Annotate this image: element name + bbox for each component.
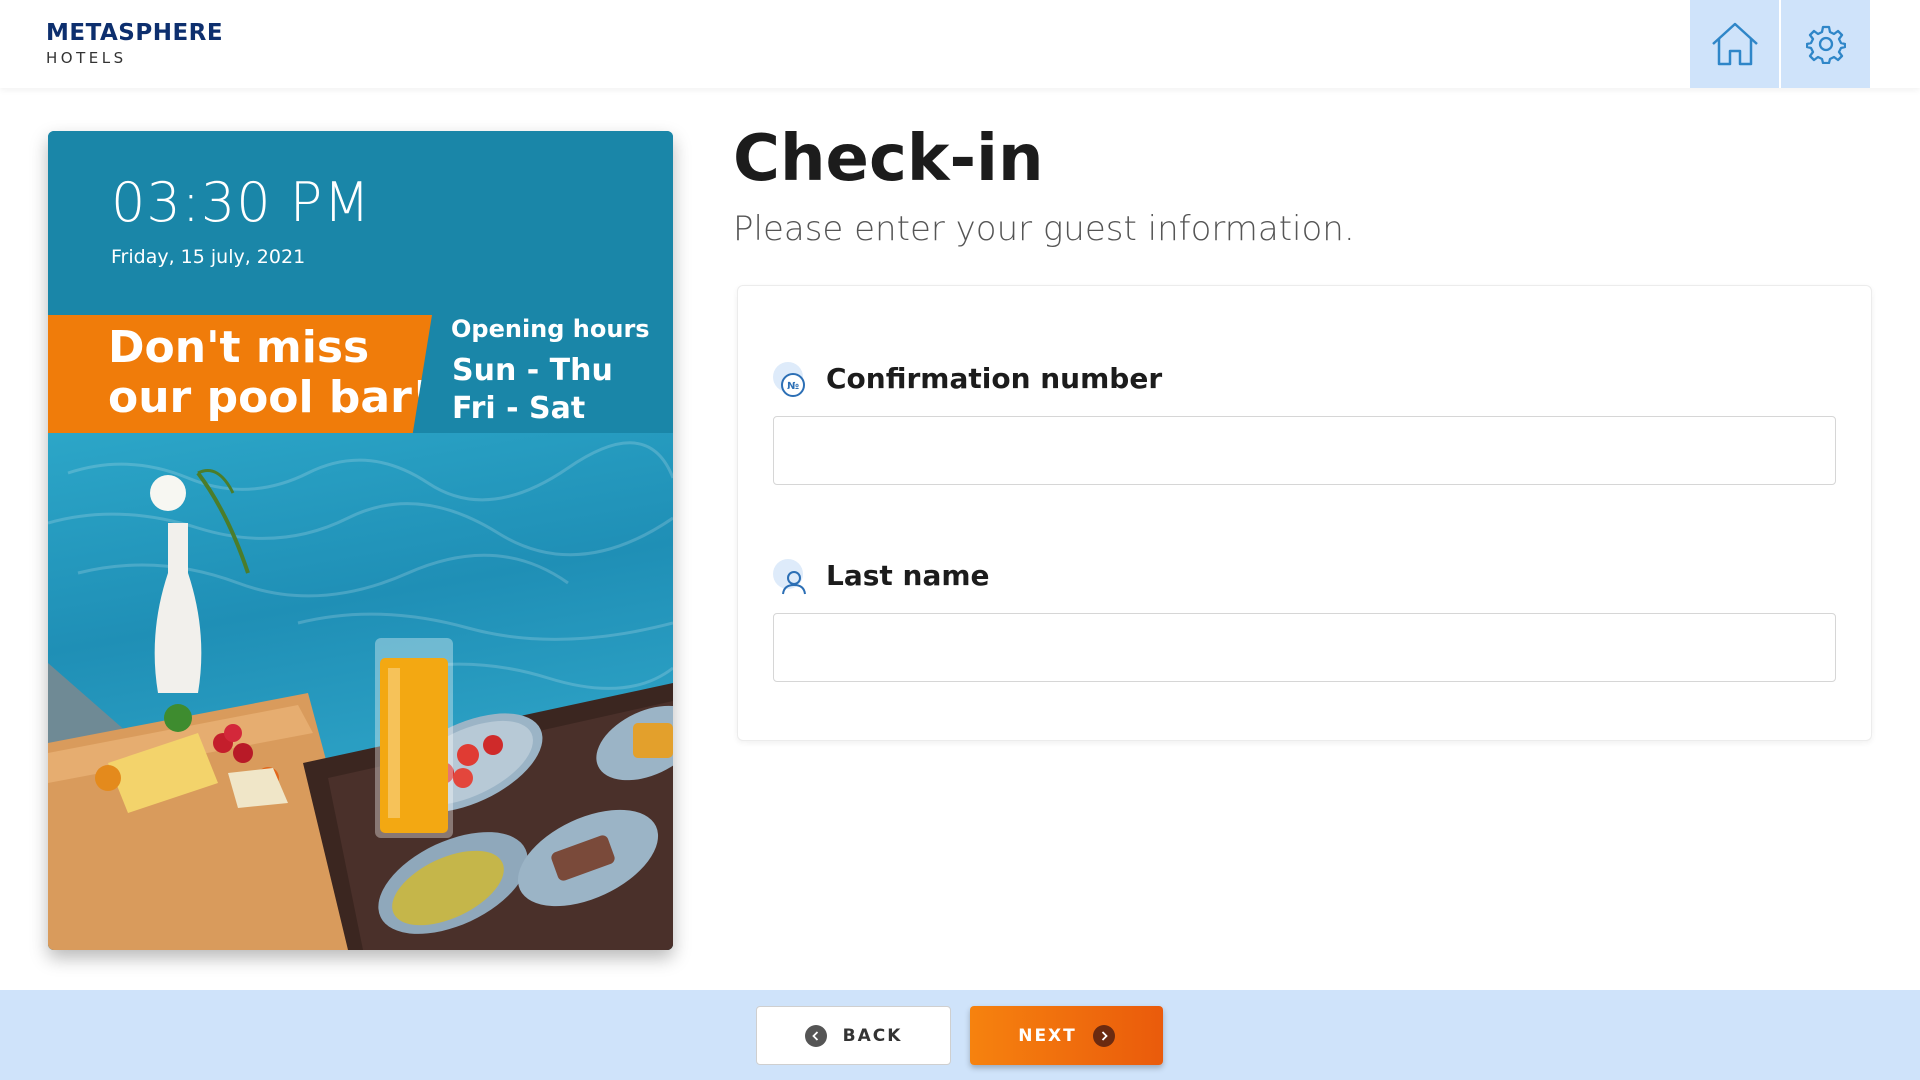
promo-card: 03:30 PM Friday, 15 july, 2021 Don't mis… <box>48 131 673 950</box>
opening-hours-title: Opening hours <box>451 315 650 343</box>
opening-hours-row: Fri - Sat <box>452 391 586 426</box>
confirmation-number-label: Confirmation number <box>826 362 1163 395</box>
page-subtitle: Please enter your guest information. <box>733 209 1355 249</box>
clock-date: Friday, 15 july, 2021 <box>111 246 306 268</box>
person-icon <box>772 558 806 596</box>
promo-banner-line-2: our pool bar! <box>108 372 432 423</box>
promo-banner-line-1: Don't miss <box>108 322 370 373</box>
last-name-input[interactable] <box>773 613 1836 682</box>
settings-button[interactable] <box>1781 0 1870 88</box>
last-name-label: Last name <box>826 559 990 592</box>
brand-logo: METASPHERE HOTELS <box>46 20 223 67</box>
brand-name: METASPHERE <box>46 20 224 46</box>
top-bar: METASPHERE HOTELS <box>0 0 1920 88</box>
home-icon <box>1711 22 1758 66</box>
pool-food-illustration <box>48 441 673 950</box>
clock-time: 03:30 PM <box>111 171 371 234</box>
brand-subtitle: HOTELS <box>46 49 127 67</box>
gear-icon <box>1805 25 1846 64</box>
back-button-label: BACK <box>842 1025 903 1046</box>
pool-bar-photo <box>48 433 673 950</box>
opening-hours-row: Sun - Thu <box>452 353 613 388</box>
home-button[interactable] <box>1690 0 1779 88</box>
bottom-bar: BACK NEXT <box>0 990 1920 1080</box>
chevron-right-icon <box>1092 1024 1115 1047</box>
next-button-label: NEXT <box>1018 1025 1077 1046</box>
back-button[interactable]: BACK <box>756 1006 951 1065</box>
page-title: Check-in <box>733 122 1044 196</box>
svg-text:№: № <box>787 381 799 392</box>
next-button[interactable]: NEXT <box>970 1006 1163 1065</box>
guest-info-form: № Confirmation number Last name <box>737 285 1872 741</box>
confirmation-number-input[interactable] <box>773 416 1836 485</box>
promo-banner: Don't miss our pool bar! <box>48 315 432 433</box>
chevron-left-icon <box>804 1024 827 1047</box>
number-sign-icon: № <box>772 361 806 399</box>
